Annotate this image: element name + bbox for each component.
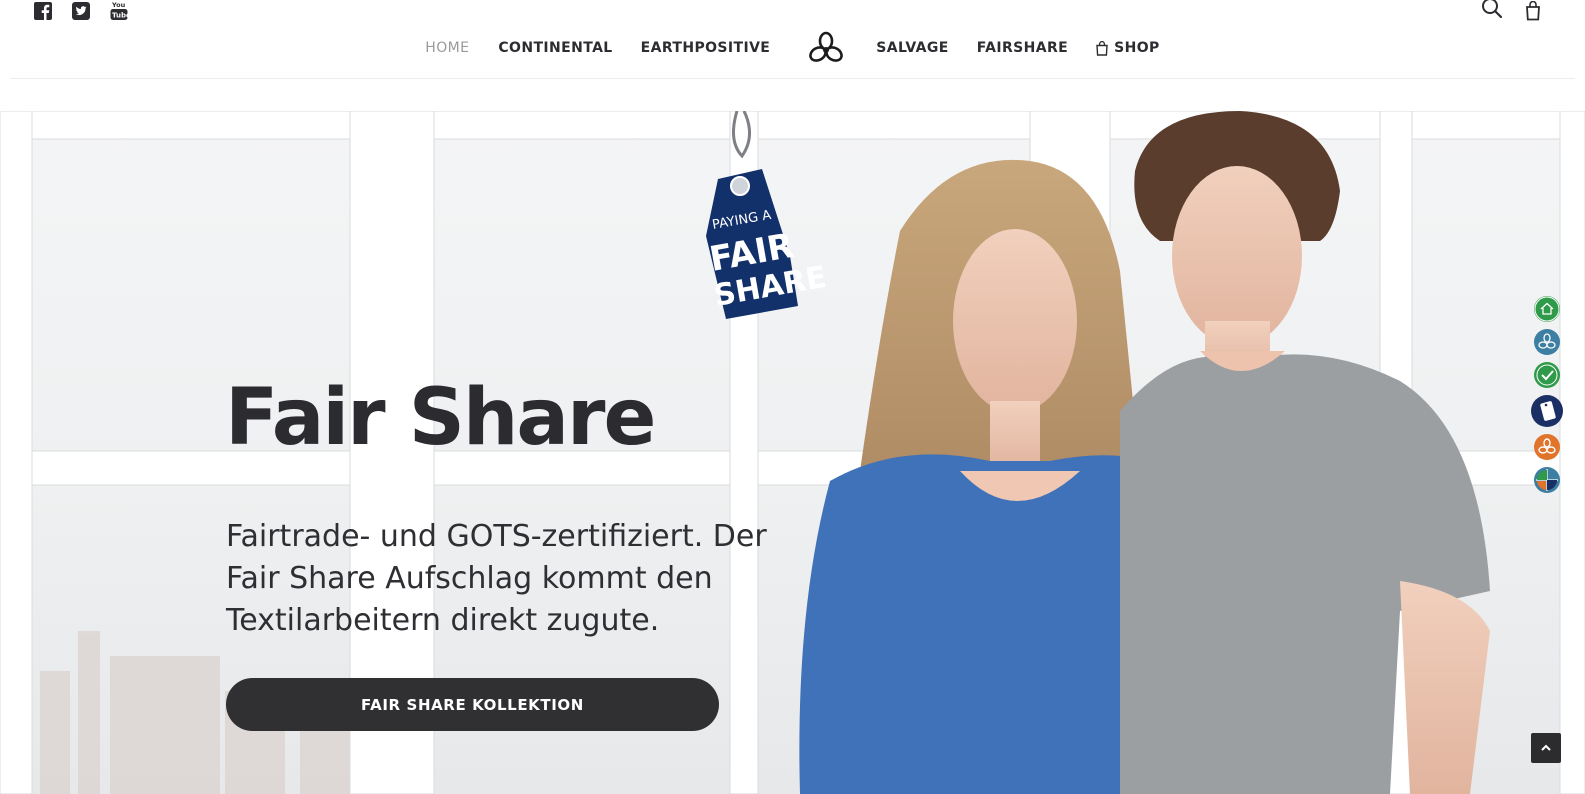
svg-text:Tube: Tube xyxy=(112,12,130,20)
cart-icon[interactable] xyxy=(1525,1,1541,21)
nav-item-fairshare[interactable]: FAIRSHARE xyxy=(977,40,1068,56)
fair-share-tag: PAYING A FAIR SHARE xyxy=(706,111,829,319)
section-dot-nav xyxy=(1531,296,1563,493)
nav-item-home[interactable]: HOME xyxy=(425,40,469,56)
nav-item-earthpositive[interactable]: EARTHPOSITIVE xyxy=(641,40,771,56)
hero-title: Fair Share xyxy=(225,373,656,463)
main-nav: HOME CONTINENTAL EARTHPOSITIVE SALVAGE F… xyxy=(0,30,1585,66)
search-icon[interactable] xyxy=(1481,0,1503,22)
site-header: You Tube HOME CONTINENTAL EARTHPOSITIVE S… xyxy=(0,0,1585,80)
twitter-icon[interactable] xyxy=(72,0,92,20)
nav-item-continental[interactable]: CONTINENTAL xyxy=(498,40,612,56)
earthpositive-check-icon[interactable] xyxy=(1534,362,1560,388)
svg-text:You: You xyxy=(111,1,126,9)
header-actions xyxy=(1481,0,1541,22)
youtube-icon[interactable]: You Tube xyxy=(110,0,130,20)
shopping-bag-icon xyxy=(1096,40,1108,56)
salvage-logo-icon[interactable] xyxy=(1534,434,1560,460)
hero-subtitle: Fairtrade- und GOTS-zertifiziert. Der Fa… xyxy=(226,519,767,638)
home-icon[interactable] xyxy=(1534,296,1560,322)
scroll-to-top-button[interactable] xyxy=(1531,733,1561,763)
facebook-icon[interactable] xyxy=(34,0,54,20)
nav-item-shop[interactable]: SHOP xyxy=(1096,40,1160,56)
nav-item-salvage[interactable]: SALVAGE xyxy=(876,40,949,56)
shop-map-icon[interactable] xyxy=(1534,467,1560,493)
fairshare-tag-icon[interactable] xyxy=(1531,395,1563,427)
header-divider xyxy=(10,78,1575,79)
social-links: You Tube xyxy=(34,0,130,20)
continental-logo-icon[interactable] xyxy=(1534,329,1560,355)
nav-item-shop-label: SHOP xyxy=(1114,40,1160,56)
hero-slider: PAYING A FAIR SHARE Fair Share Fairtrade… xyxy=(0,111,1585,794)
brand-logo-icon xyxy=(809,31,844,62)
fair-share-collection-button[interactable]: FAIR SHARE KOLLEKTION xyxy=(226,678,719,731)
site-logo[interactable] xyxy=(808,30,844,66)
chevron-up-icon xyxy=(1541,744,1551,751)
